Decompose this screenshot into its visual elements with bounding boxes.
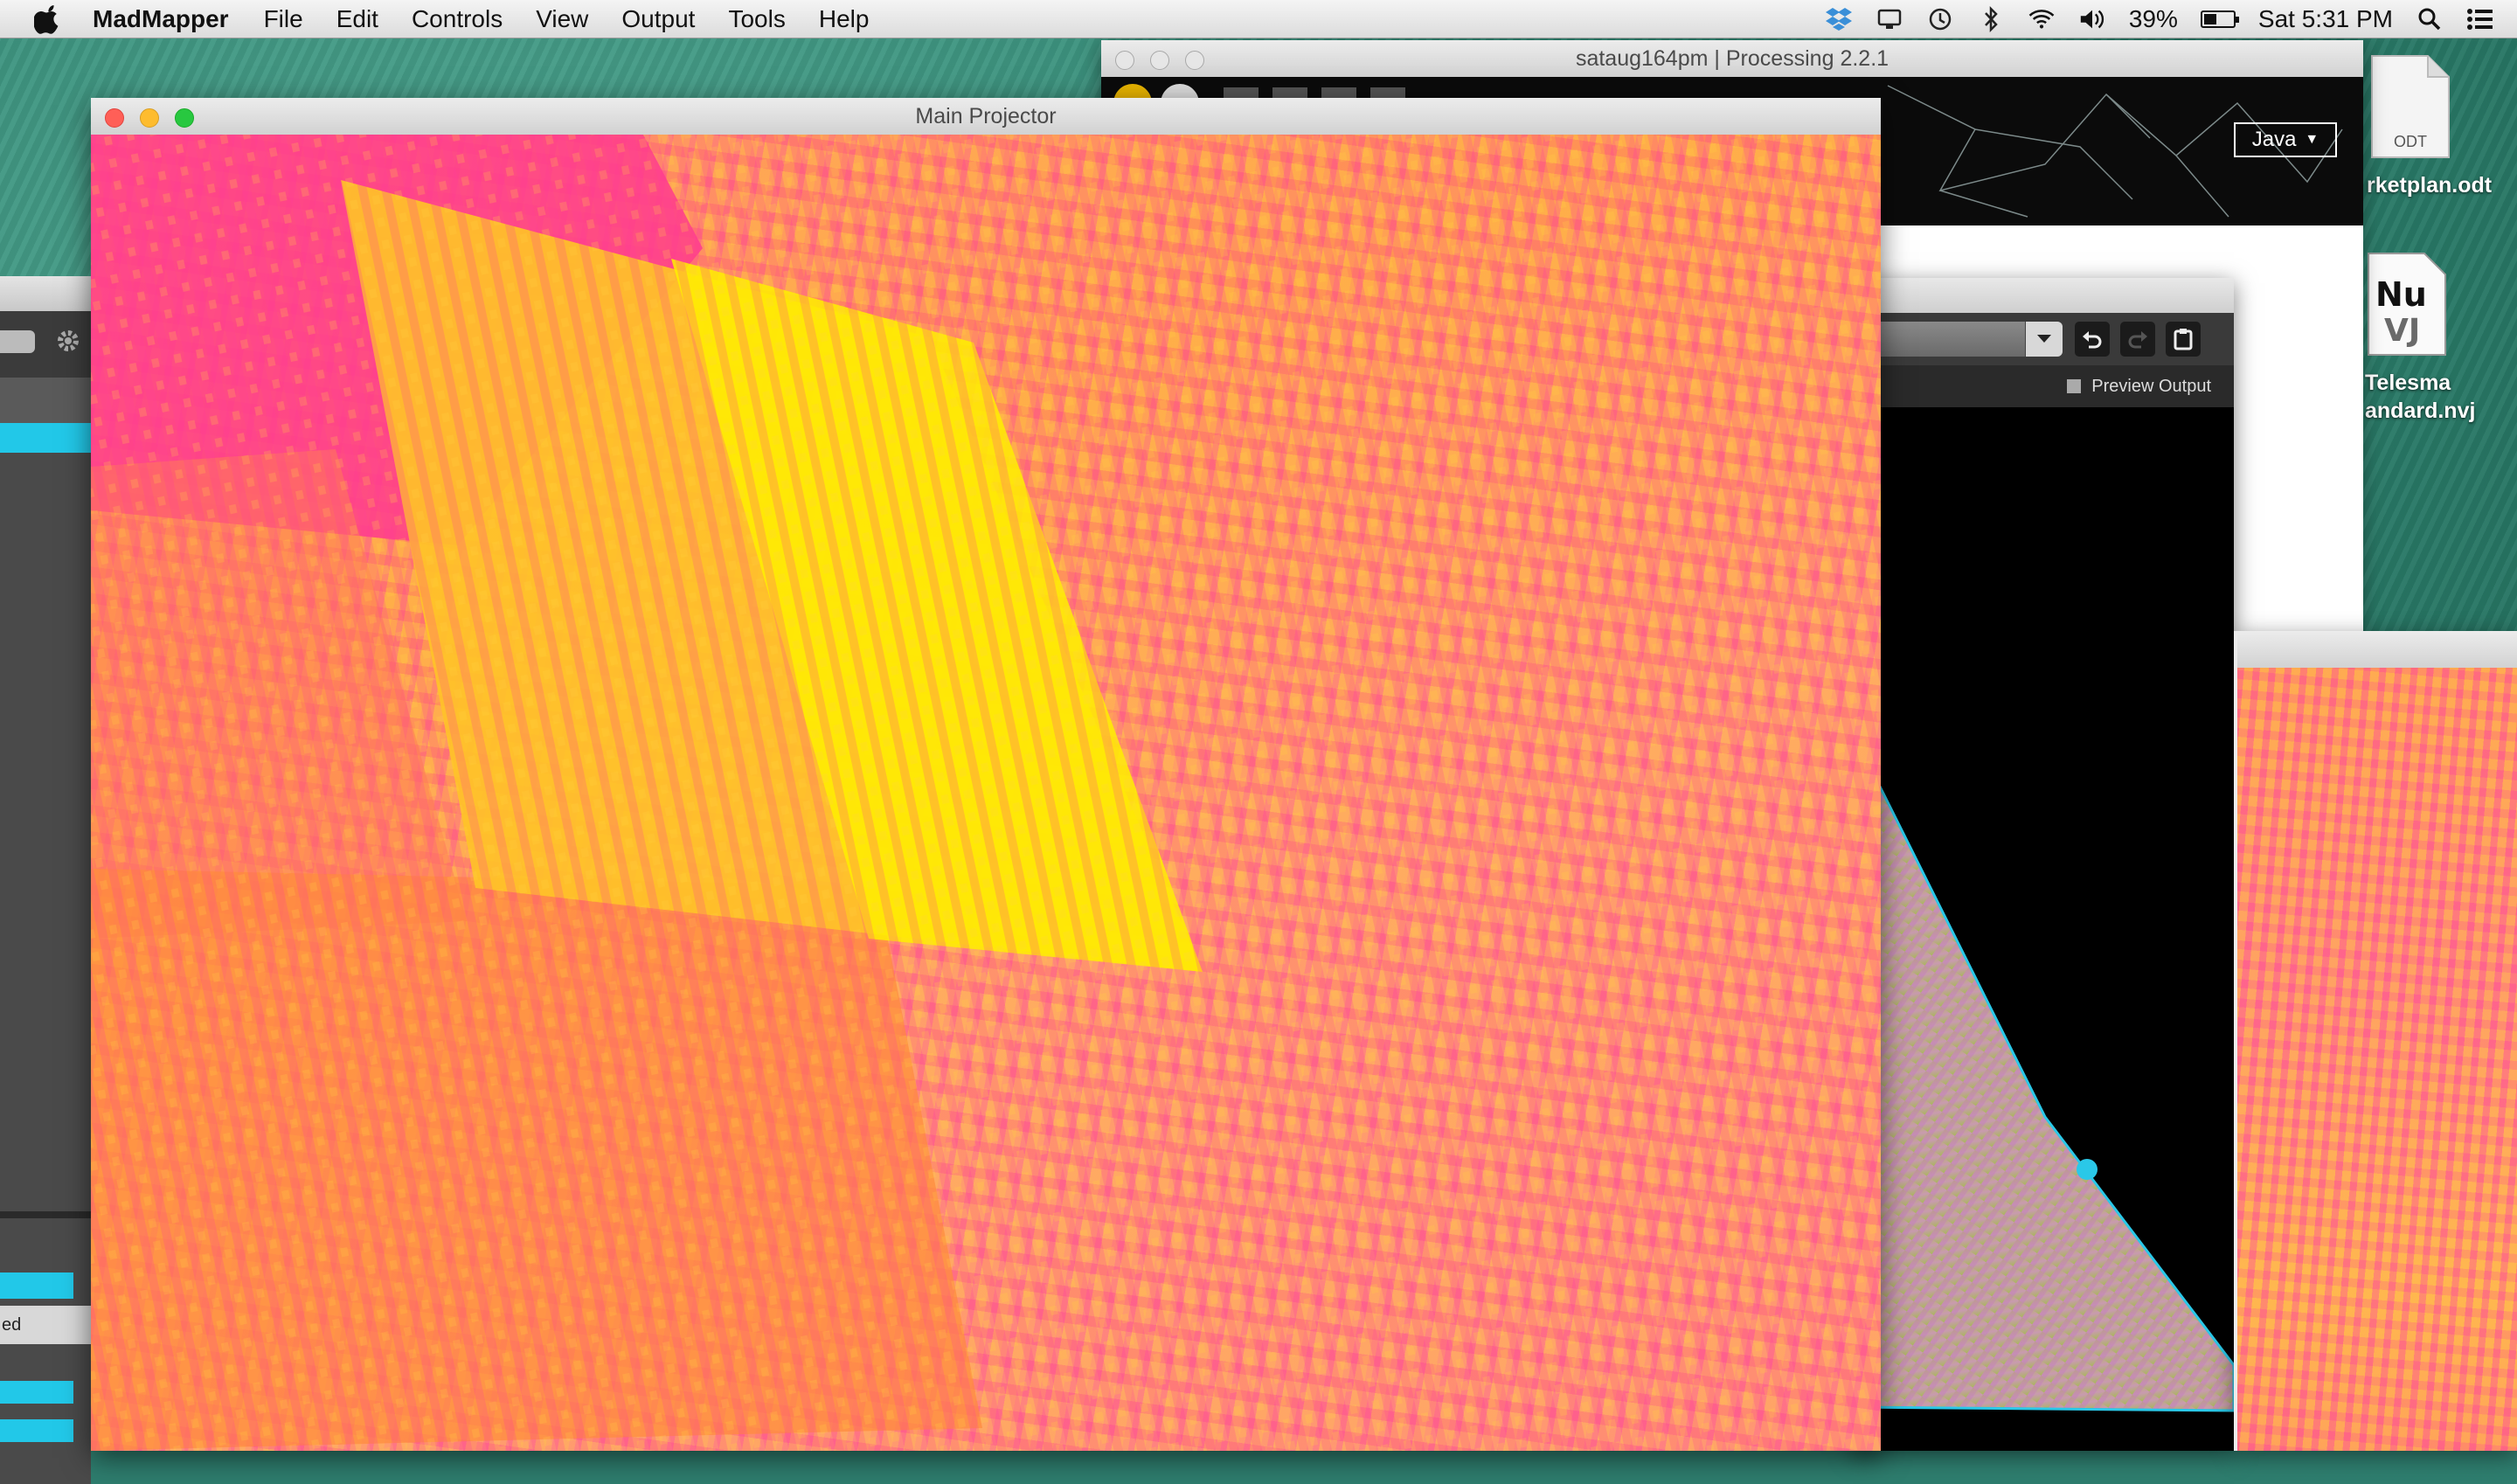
dropbox-icon[interactable] xyxy=(1825,5,1853,33)
preview-output-bar: Preview Output xyxy=(1853,365,2234,407)
odt-file-badge: ODT xyxy=(2394,133,2427,150)
menu-edit[interactable]: Edit xyxy=(336,5,378,33)
svg-text:VJ: VJ xyxy=(2384,313,2420,349)
minimize-button[interactable] xyxy=(140,108,159,128)
menu-app-name[interactable]: MadMapper xyxy=(93,5,229,33)
zoom-button[interactable] xyxy=(175,108,194,128)
menu-file[interactable]: File xyxy=(264,5,303,33)
menu-tools[interactable]: Tools xyxy=(728,5,785,33)
close-button[interactable] xyxy=(105,108,124,128)
panel-selected-row[interactable] xyxy=(0,423,91,453)
madmapper-toolbar xyxy=(1853,313,2234,365)
wifi-icon[interactable] xyxy=(2028,5,2056,33)
chevron-down-icon: ▼ xyxy=(2305,132,2319,147)
menu-bar: MadMapper File Edit Controls View Output… xyxy=(0,0,2517,38)
chevron-down-icon[interactable] xyxy=(2025,322,2063,357)
time-machine-icon[interactable] xyxy=(1926,5,1954,33)
panel-bar-3[interactable] xyxy=(0,1419,73,1442)
odt-file-label[interactable]: rketplan.odt xyxy=(2367,173,2492,198)
menu-view[interactable]: View xyxy=(536,5,588,33)
panel-toolbar xyxy=(0,311,91,378)
redo-button[interactable] xyxy=(2120,322,2155,357)
nuvj-file-label-line1[interactable]: Telesma xyxy=(2365,371,2451,396)
mode-selector-label: Java xyxy=(2251,128,2297,151)
svg-text:Nu: Nu xyxy=(2375,275,2427,314)
undo-button[interactable] xyxy=(2075,322,2110,357)
surface-selector[interactable] xyxy=(1853,322,2063,357)
panel-bar-1[interactable] xyxy=(0,1272,73,1299)
preview-output-checkbox[interactable] xyxy=(2067,379,2082,393)
mapping-preview-canvas[interactable] xyxy=(1853,407,2234,1451)
edge-handle[interactable] xyxy=(2077,1159,2098,1180)
spotlight-search-icon[interactable] xyxy=(2416,5,2444,33)
madmapper-window: Preview Output xyxy=(1853,278,2234,1451)
output-preview-canvas xyxy=(2237,668,2517,1451)
menu-output[interactable]: Output xyxy=(621,5,695,33)
clipboard-icon[interactable] xyxy=(2166,322,2201,357)
nuvj-file-icon[interactable]: Nu VJ xyxy=(2367,252,2447,361)
battery-percent: 39% xyxy=(2128,5,2178,32)
minimize-button[interactable] xyxy=(1150,51,1169,70)
zoom-button[interactable] xyxy=(1185,51,1204,70)
main-projector-window: Main Projector xyxy=(91,98,1881,1451)
bluetooth-icon[interactable] xyxy=(1977,5,2005,33)
output-preview-window xyxy=(2234,631,2517,1451)
panel-field-text: ed xyxy=(2,1314,22,1335)
madmapper-left-panel: ed xyxy=(0,276,91,1484)
panel-slider-button[interactable] xyxy=(0,330,35,353)
battery-icon[interactable] xyxy=(2200,10,2239,28)
main-projector-titlebar[interactable]: Main Projector xyxy=(91,98,1881,135)
madmapper-titlebar[interactable] xyxy=(1853,278,2234,313)
projector-output-canvas xyxy=(91,135,1881,1451)
panel-field[interactable]: ed xyxy=(0,1306,91,1344)
nuvj-file-label-line2[interactable]: andard.nvj xyxy=(2365,399,2475,424)
panel-bar-2[interactable] xyxy=(0,1381,73,1404)
processing-title: sataug164pm | Processing 2.2.1 xyxy=(1575,45,1889,71)
menu-controls[interactable]: Controls xyxy=(412,5,503,33)
panel-titlebar xyxy=(0,276,91,311)
main-projector-title: Main Projector xyxy=(915,103,1057,128)
gear-icon[interactable] xyxy=(51,323,86,363)
apple-menu-icon[interactable] xyxy=(31,3,63,35)
processing-titlebar[interactable]: sataug164pm | Processing 2.2.1 xyxy=(1101,40,2363,78)
menu-help[interactable]: Help xyxy=(819,5,870,33)
panel-divider xyxy=(0,1211,91,1218)
odt-file-icon[interactable]: ODT xyxy=(2368,54,2452,163)
notification-center-icon[interactable] xyxy=(2466,5,2494,33)
volume-icon[interactable] xyxy=(2078,5,2106,33)
mode-selector[interactable]: Java ▼ xyxy=(2234,122,2337,157)
close-button[interactable] xyxy=(1115,51,1134,70)
preview-output-label: Preview Output xyxy=(2091,376,2211,396)
display-menu-icon[interactable] xyxy=(1876,5,1903,33)
clock[interactable]: Sat 5:31 PM xyxy=(2258,5,2393,33)
status-area: 39% Sat 5:31 PM xyxy=(1825,0,2494,38)
output-preview-titlebar[interactable] xyxy=(2237,631,2517,669)
